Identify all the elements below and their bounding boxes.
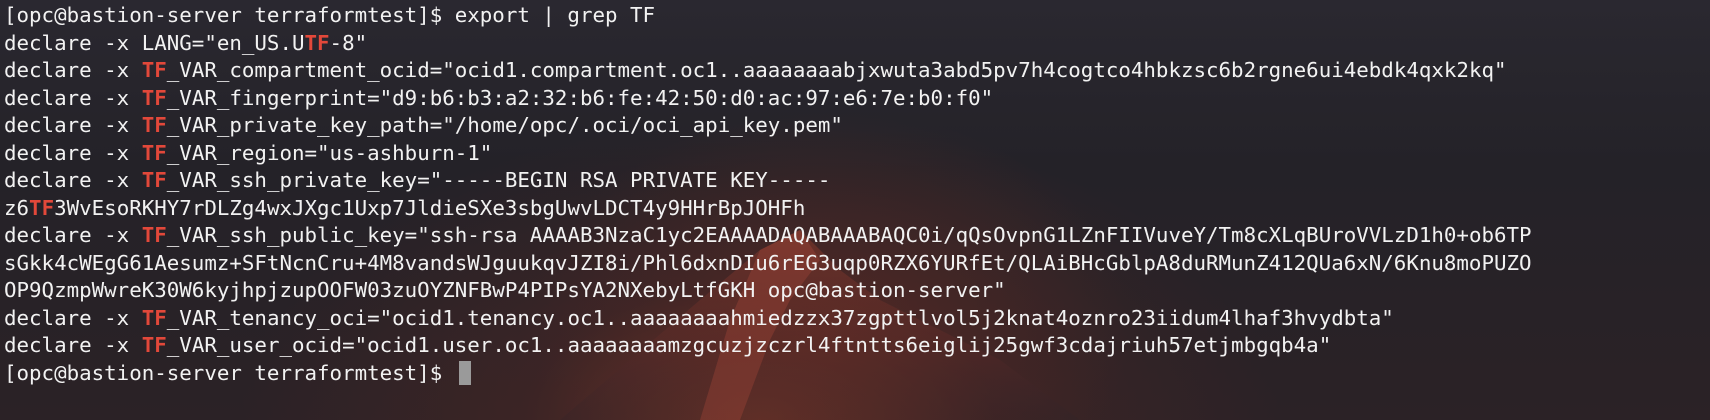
terminal-line: declare -x TF_VAR_ssh_public_key="ssh-rs… <box>4 222 1532 250</box>
terminal-text: _VAR_user_ocid="ocid1.user.oc1..aaaaaaaa… <box>166 333 1332 357</box>
terminal-line: declare -x TF_VAR_tenancy_oci="ocid1.ten… <box>4 305 1532 333</box>
terminal-text: OP9QzmpWwreK30W6kyjhpjzupOOFW03zuOYZNFBw… <box>4 278 1006 302</box>
terminal-text: declare -x <box>4 223 142 247</box>
terminal-text: _VAR_ssh_public_key="ssh-rsa AAAAB3NzaC1… <box>166 223 1532 247</box>
grep-match-highlight: TF <box>141 85 167 110</box>
terminal-text: declare -x <box>4 85 142 110</box>
grep-match-highlight: TF <box>29 195 55 220</box>
grep-match-highlight: TF <box>304 30 330 55</box>
terminal-line: declare -x TF_VAR_private_key_path="/hom… <box>4 112 1532 140</box>
grep-match-highlight: TF <box>141 305 167 330</box>
terminal-line: declare -x TF_VAR_region="us-ashburn-1" <box>4 140 1532 168</box>
terminal-line: declare -x TF_VAR_user_ocid="ocid1.user.… <box>4 332 1532 360</box>
grep-match-highlight: TF <box>141 58 167 82</box>
terminal-text: declare -x <box>4 140 142 165</box>
terminal-line: declare -x TF_VAR_compartment_ocid="ocid… <box>4 57 1532 85</box>
terminal-text: declare -x LANG="en_US.U <box>4 30 305 55</box>
grep-match-highlight: TF <box>141 113 167 137</box>
terminal-text: _VAR_private_key_path="/home/opc/.oci/oc… <box>166 113 843 137</box>
terminal-line: [opc@bastion-server terraformtest]$ expo… <box>4 2 1532 30</box>
terminal-text: _VAR_compartment_ocid="ocid1.compartment… <box>166 58 1507 82</box>
terminal-text: declare -x <box>4 168 142 192</box>
terminal-text: _VAR_fingerprint="d9:b6:b3:a2:32:b6:fe:4… <box>166 85 994 110</box>
terminal-text: -8" <box>329 30 368 55</box>
terminal-text: _VAR_ssh_private_key="-----BEGIN RSA PRI… <box>166 168 831 192</box>
terminal-window[interactable]: [opc@bastion-server terraformtest]$ expo… <box>0 0 1710 420</box>
terminal-text: _VAR_tenancy_oci="ocid1.tenancy.oc1..aaa… <box>166 305 1394 330</box>
grep-match-highlight: TF <box>141 223 167 247</box>
terminal-line: z6TF3WvEsoRKHY7rDLZg4wxJXgc1Uxp7JldieSXe… <box>4 195 1532 223</box>
terminal-output[interactable]: [opc@bastion-server terraformtest]$ expo… <box>4 2 1532 387</box>
terminal-line: declare -x LANG="en_US.UTF-8" <box>4 30 1532 58</box>
terminal-line: declare -x TF_VAR_ssh_private_key="-----… <box>4 167 1532 195</box>
terminal-line: sGkk4cWEgG61Aesumz+SFtNcnCru+4M8vandsWJg… <box>4 250 1532 278</box>
text-cursor <box>458 360 471 385</box>
grep-match-highlight: TF <box>141 140 167 165</box>
terminal-line: [opc@bastion-server terraformtest]$ <box>4 360 1532 388</box>
terminal-text: _VAR_region="us-ashburn-1" <box>166 140 493 165</box>
terminal-text: declare -x <box>4 333 142 357</box>
terminal-text: declare -x <box>4 113 142 137</box>
terminal-text: [opc@bastion-server terraformtest]$ expo… <box>4 3 656 27</box>
terminal-line: declare -x TF_VAR_fingerprint="d9:b6:b3:… <box>4 85 1532 113</box>
grep-match-highlight: TF <box>141 168 167 192</box>
terminal-text: z6 <box>4 195 30 220</box>
terminal-text: declare -x <box>4 58 142 82</box>
terminal-line: OP9QzmpWwreK30W6kyjhpjzupOOFW03zuOYZNFBw… <box>4 277 1532 305</box>
grep-match-highlight: TF <box>141 333 167 357</box>
terminal-text: declare -x <box>4 305 142 330</box>
terminal-text: [opc@bastion-server terraformtest]$ <box>4 360 455 385</box>
terminal-text: 3WvEsoRKHY7rDLZg4wxJXgc1Uxp7JldieSXe3sbg… <box>54 195 806 220</box>
terminal-text: sGkk4cWEgG61Aesumz+SFtNcnCru+4M8vandsWJg… <box>4 250 1532 275</box>
